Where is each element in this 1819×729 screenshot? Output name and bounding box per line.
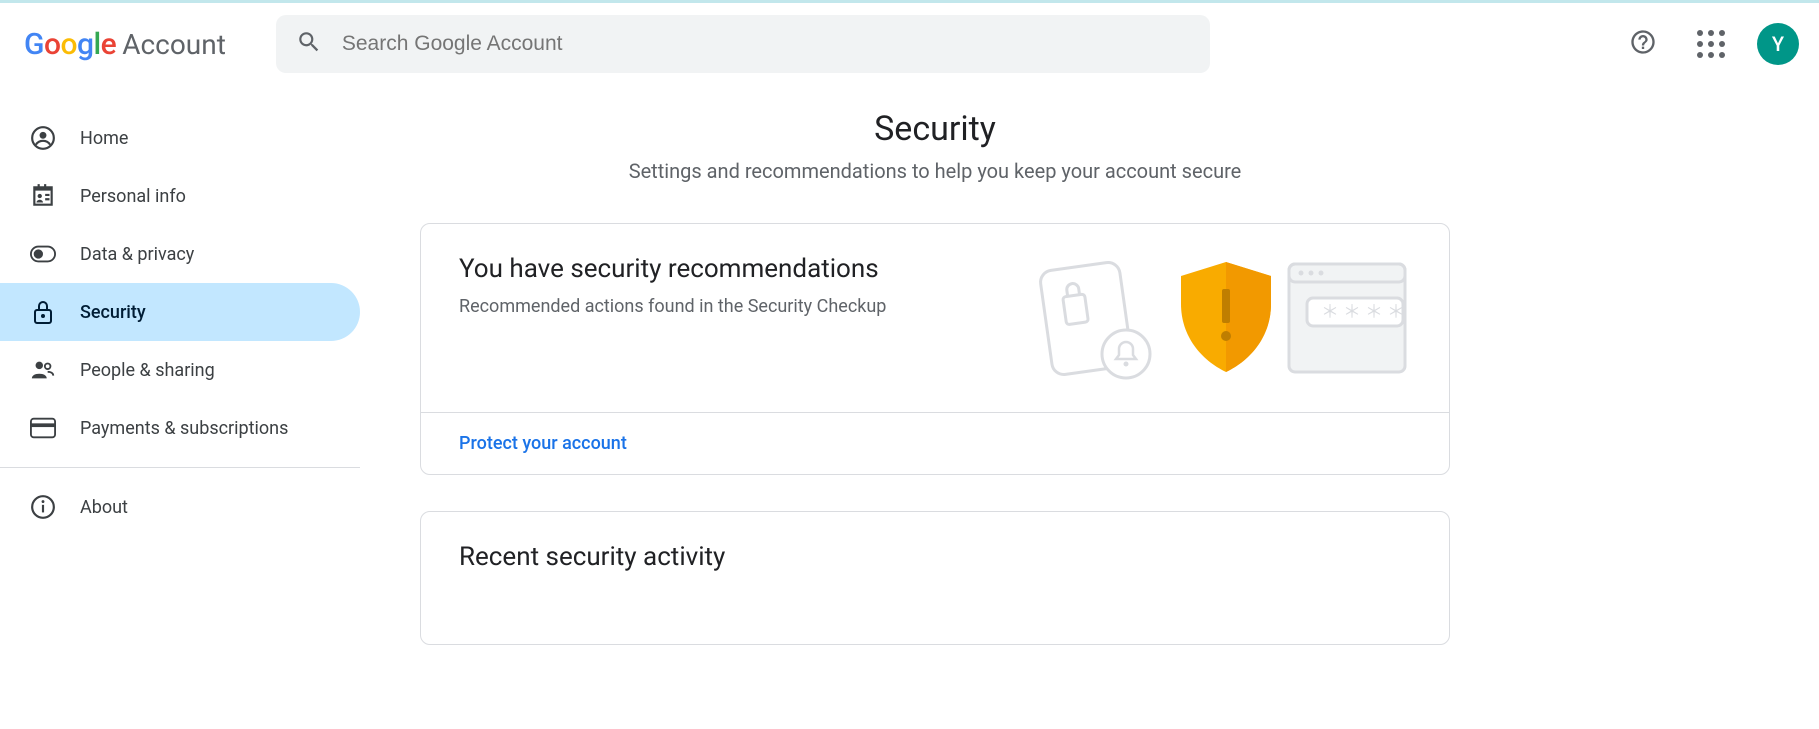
security-recommendations-card: You have security recommendations Recomm… <box>420 223 1450 475</box>
apps-button[interactable] <box>1689 22 1733 66</box>
help-icon <box>1629 28 1657 60</box>
google-logo: Google <box>24 27 116 62</box>
sidebar-item-label: Personal info <box>80 186 186 207</box>
lock-icon <box>30 299 56 325</box>
sidebar-item-about[interactable]: About <box>0 478 360 536</box>
credit-card-icon <box>30 417 56 439</box>
sidebar: Home Personal info Data & privacy Securi… <box>0 85 360 681</box>
page-subtitle: Settings and recommendations to help you… <box>420 159 1450 183</box>
sidebar-item-home[interactable]: Home <box>0 109 360 167</box>
protect-account-link[interactable]: Protect your account <box>459 433 627 454</box>
sidebar-item-label: People & sharing <box>80 360 215 381</box>
header: Google Account Y <box>0 3 1819 85</box>
help-button[interactable] <box>1621 22 1665 66</box>
search-box[interactable] <box>276 15 1210 73</box>
sidebar-item-label: Security <box>80 302 146 323</box>
sidebar-item-label: Payments & subscriptions <box>80 418 288 439</box>
card-description: Recommended actions found in the Securit… <box>459 296 991 317</box>
sidebar-item-label: Data & privacy <box>80 244 194 265</box>
sidebar-item-people-sharing[interactable]: People & sharing <box>0 341 360 399</box>
sidebar-item-personal-info[interactable]: Personal info <box>0 167 360 225</box>
apps-icon <box>1697 30 1725 58</box>
id-card-icon <box>30 183 56 209</box>
sidebar-item-payments[interactable]: Payments & subscriptions <box>0 399 360 457</box>
toggle-icon <box>30 245 56 263</box>
card-title: Recent security activity <box>459 542 1411 572</box>
sidebar-item-data-privacy[interactable]: Data & privacy <box>0 225 360 283</box>
people-icon <box>30 357 56 383</box>
sidebar-item-label: Home <box>80 128 128 149</box>
home-icon <box>30 125 56 151</box>
main-content: Security Settings and recommendations to… <box>360 85 1510 681</box>
search-input[interactable] <box>342 32 1190 56</box>
brand-product-name: Account <box>122 28 226 61</box>
recent-security-activity-card: Recent security activity <box>420 511 1450 645</box>
page-title: Security <box>420 109 1450 149</box>
svg-text:＊＊＊＊: ＊＊＊＊ <box>1321 302 1409 323</box>
avatar-initial: Y <box>1772 32 1784 56</box>
header-actions: Y <box>1621 22 1799 66</box>
brand[interactable]: Google Account <box>24 27 226 62</box>
card-title: You have security recommendations <box>459 254 991 284</box>
info-icon <box>30 494 56 520</box>
search-icon <box>296 29 322 59</box>
account-avatar[interactable]: Y <box>1757 23 1799 65</box>
sidebar-item-label: About <box>80 497 128 518</box>
sidebar-item-security[interactable]: Security <box>0 283 360 341</box>
sidebar-divider <box>0 467 360 468</box>
security-checkup-illustration: ＊＊＊＊ <box>1031 254 1411 388</box>
